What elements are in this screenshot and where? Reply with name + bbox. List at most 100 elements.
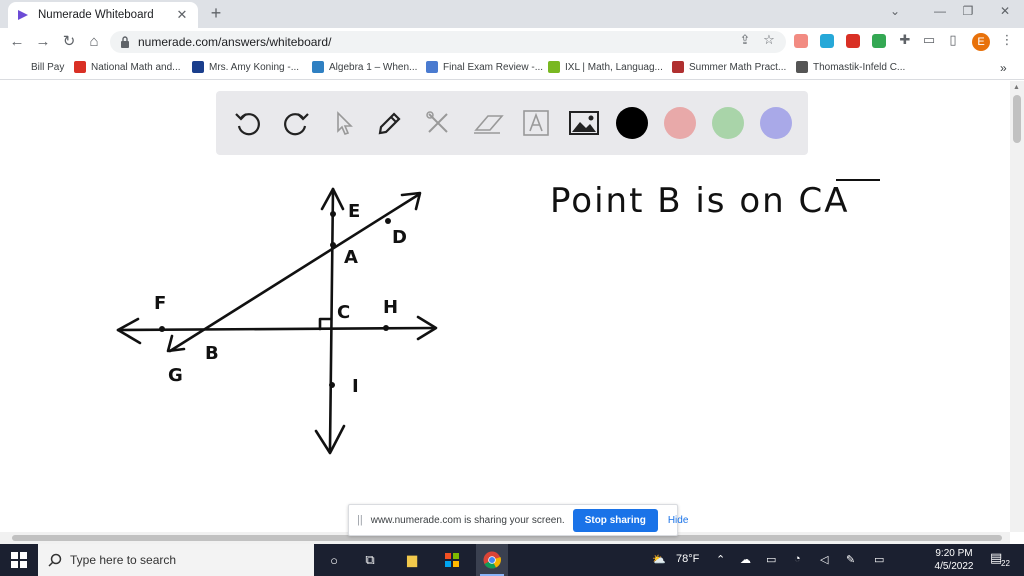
new-tab-button[interactable]: + — [206, 3, 226, 24]
label-e: E — [348, 201, 360, 222]
scroll-up-icon[interactable]: ▲ — [1013, 84, 1020, 91]
label-a: A — [344, 247, 358, 268]
bookmark-favicon-icon — [426, 61, 438, 73]
notification-count: 22 — [1001, 559, 1010, 568]
extension-icon[interactable] — [872, 34, 886, 48]
clock-time: 9:20 PM — [935, 548, 973, 559]
tab-search-icon[interactable]: ⌄ — [885, 4, 905, 18]
chrome-taskbar-button[interactable] — [476, 544, 508, 576]
search-icon — [48, 553, 62, 567]
wifi-icon[interactable]: ◔ — [794, 553, 801, 565]
restore-icon[interactable]: ❐ — [958, 4, 978, 18]
onedrive-icon[interactable]: ☁ — [740, 553, 751, 566]
cast-icon[interactable]: ▭ — [920, 32, 938, 48]
lock-icon — [121, 36, 129, 48]
tab-strip: Numerade Whiteboard ✕ + ⌄ — ❐ ✕ — [0, 0, 1024, 28]
segment-overline — [836, 179, 880, 181]
home-icon[interactable]: ⌂ — [85, 33, 103, 51]
weather-icon[interactable]: ⛅ — [652, 553, 666, 566]
vertical-scrollbar[interactable]: ▲ — [1010, 81, 1024, 532]
search-placeholder: Type here to search — [70, 553, 177, 567]
menu-icon[interactable]: ⋮ — [998, 32, 1016, 48]
hide-button[interactable]: Hide — [668, 515, 689, 526]
bookmark-favicon-icon — [312, 61, 324, 73]
bookmark-item[interactable]: National Math and... — [74, 61, 181, 73]
bookmarks-bar: Bill Pay National Math and... Mrs. Amy K… — [0, 56, 1024, 80]
forward-icon[interactable]: → — [34, 33, 52, 51]
whiteboard-page[interactable]: E D A F C H B G I Point B is on CA — [0, 81, 1010, 532]
close-window-icon[interactable]: ✕ — [995, 4, 1015, 18]
puzzle-icon[interactable]: ✚ — [896, 32, 914, 48]
taskbar: Type here to search ○ ⧉ ▆ ⛅ 78°F ⌃ ☁ ▭ ◔… — [0, 544, 1024, 576]
weather-temp[interactable]: 78°F — [676, 553, 699, 565]
bookmark-favicon-icon — [192, 61, 204, 73]
label-g: G — [168, 365, 183, 386]
label-h: H — [383, 297, 398, 318]
label-b: B — [205, 343, 219, 364]
show-hidden-icons-icon[interactable]: ⌃ — [716, 553, 725, 566]
bookmark-favicon-icon — [548, 61, 560, 73]
bookmark-label: IXL | Math, Languag... — [565, 61, 663, 73]
bookmark-item[interactable]: Mrs. Amy Koning -... — [192, 61, 299, 73]
clock-date: 4/5/2022 — [934, 561, 974, 572]
stop-sharing-button[interactable]: Stop sharing — [572, 508, 658, 532]
bookmark-item[interactable]: Summer Math Pract... — [672, 61, 786, 73]
bookmark-item[interactable]: Final Exam Review -... — [426, 61, 543, 73]
more-bookmarks-icon[interactable]: » — [1000, 61, 1007, 75]
url-text: numerade.com/answers/whiteboard/ — [138, 35, 332, 49]
pen-workspace-icon[interactable]: ✎ — [846, 553, 855, 566]
bookmark-label: Thomastik-Infeld C... — [813, 61, 906, 73]
point-e — [330, 211, 336, 217]
extension-icon[interactable] — [820, 34, 834, 48]
profile-avatar[interactable]: E — [972, 33, 990, 51]
bookmark-item[interactable]: Algebra 1 – When... — [312, 61, 417, 73]
file-explorer-icon[interactable]: ▆ — [402, 550, 422, 570]
bookmark-item[interactable]: IXL | Math, Languag... — [548, 61, 663, 73]
bookmark-label: National Math and... — [91, 61, 181, 73]
point-h — [383, 325, 389, 331]
label-d: D — [392, 227, 407, 248]
label-c: C — [337, 302, 350, 323]
windows-start-icon[interactable] — [0, 544, 38, 576]
point-f — [159, 326, 165, 332]
bookmark-star-icon[interactable]: ☆ — [760, 32, 778, 48]
task-view-icon[interactable]: ⧉ — [360, 550, 380, 570]
tab-title: Numerade Whiteboard — [38, 9, 154, 21]
scrollbar-thumb[interactable] — [1013, 95, 1021, 143]
reload-icon[interactable]: ↻ — [60, 33, 78, 51]
taskbar-search[interactable]: Type here to search — [38, 544, 314, 576]
point-i — [329, 382, 335, 388]
point-a — [330, 242, 336, 248]
bookmark-favicon-icon — [74, 61, 86, 73]
pdf-extension-icon[interactable] — [846, 34, 860, 48]
point-d — [385, 218, 391, 224]
numerade-logo-icon — [18, 10, 28, 20]
share-icon[interactable]: ⇪ — [736, 32, 754, 48]
back-icon[interactable]: ← — [8, 33, 26, 51]
screen-sharing-bar: || www.numerade.com is sharing your scre… — [348, 504, 688, 536]
minimize-icon[interactable]: — — [930, 4, 950, 18]
bookmark-item[interactable]: Thomastik-Infeld C... — [796, 61, 905, 73]
store-icon[interactable] — [442, 550, 462, 570]
side-panel-icon[interactable]: ▯ — [944, 32, 962, 48]
notification-center-icon[interactable]: ▤ 22 — [990, 550, 1012, 570]
bookmark-favicon-icon — [14, 61, 26, 73]
geometry-diagram: E D A F C H B G I — [116, 187, 438, 455]
volume-icon[interactable]: ◁ — [820, 553, 828, 566]
meet-now-icon[interactable]: ▭ — [766, 553, 776, 566]
keyboard-icon[interactable]: ▭ — [874, 553, 884, 566]
extension-icon[interactable] — [794, 34, 808, 48]
tab-close-icon[interactable]: ✕ — [174, 7, 190, 23]
address-bar[interactable]: numerade.com/answers/whiteboard/ — [110, 31, 786, 53]
browser-tab[interactable]: Numerade Whiteboard ✕ — [8, 2, 198, 28]
taskbar-clock[interactable]: 9:20 PM 4/5/2022 — [928, 547, 980, 573]
bookmark-label: Summer Math Pract... — [689, 61, 787, 73]
bookmark-favicon-icon — [796, 61, 808, 73]
cortana-icon[interactable]: ○ — [324, 550, 344, 570]
chrome-icon — [483, 551, 501, 569]
bookmark-label: Mrs. Amy Koning -... — [209, 61, 300, 73]
bookmark-label: Final Exam Review -... — [443, 61, 544, 73]
bookmark-item[interactable]: Bill Pay — [14, 61, 64, 73]
bookmark-favicon-icon — [672, 61, 684, 73]
drag-handle-icon[interactable]: || — [357, 514, 363, 526]
